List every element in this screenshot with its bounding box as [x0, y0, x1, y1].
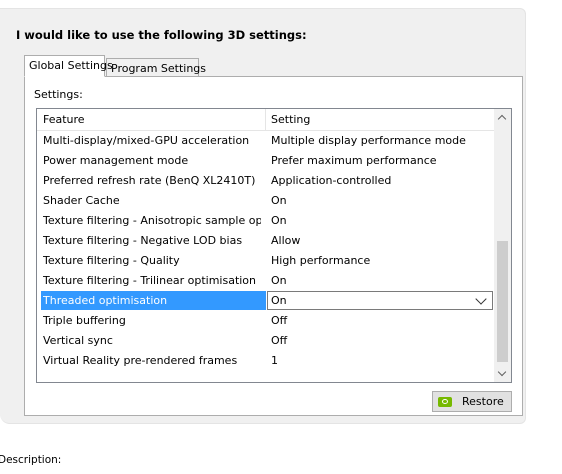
settings-list: Feature Setting Multi-display/mixed-GPU …	[36, 108, 512, 383]
setting-cell: 1	[271, 354, 278, 367]
table-row[interactable]: Texture filtering - Trilinear optimisati…	[37, 271, 495, 291]
feature-cell: Texture filtering - Quality	[43, 254, 180, 267]
table-row[interactable]: Multi-display/mixed-GPU acceleration Mult…	[37, 131, 495, 151]
feature-cell: Texture filtering - Negative LOD bias	[43, 234, 243, 247]
tab-global-settings[interactable]: Global Settings	[24, 55, 113, 77]
table-row[interactable]: Texture filtering - Anisotropic sample o…	[37, 211, 495, 231]
feature-cell: Virtual Reality pre-rendered frames	[43, 354, 238, 367]
setting-cell: Multiple display performance mode	[271, 134, 466, 147]
feature-cell: Texture filtering - Anisotropic sample o…	[43, 214, 261, 227]
table-row[interactable]: Power management mode Prefer maximum perf…	[37, 151, 495, 171]
feature-cell: Vertical sync	[43, 334, 113, 347]
feature-cell: Triple buffering	[43, 314, 126, 327]
table-row[interactable]: Shader Cache On	[37, 191, 495, 211]
setting-dropdown[interactable]: On	[267, 291, 493, 310]
feature-cell: Multi-display/mixed-GPU acceleration	[43, 134, 250, 147]
tab-program-settings[interactable]: Program Settings	[106, 58, 206, 77]
table-row[interactable]: Texture filtering - Quality High performa…	[37, 251, 495, 271]
vertical-scrollbar[interactable]	[494, 109, 511, 382]
feature-cell: Threaded optimisation	[43, 294, 168, 307]
feature-cell: Shader Cache	[43, 194, 120, 207]
table-row[interactable]: Triple buffering Off	[37, 311, 495, 331]
table-row[interactable]: Vertical sync Off	[37, 331, 495, 351]
setting-value: On	[271, 294, 287, 307]
list-header: Feature Setting	[37, 109, 495, 131]
scrollbar-thumb[interactable]	[497, 241, 508, 362]
feature-cell: Preferred refresh rate (BenQ XL2410T)	[43, 174, 256, 187]
setting-cell: On	[271, 214, 287, 227]
column-header-setting[interactable]: Setting	[271, 113, 310, 126]
tab-content: Settings: Feature Setting Multi-display/…	[24, 76, 523, 416]
setting-cell: High performance	[271, 254, 371, 267]
table-row[interactable]: Threaded optimisation On	[37, 291, 495, 311]
setting-cell: On	[271, 194, 287, 207]
feature-cell: Texture filtering - Trilinear optimisati…	[43, 274, 257, 287]
chevron-down-icon[interactable]	[475, 292, 490, 309]
column-divider[interactable]	[265, 109, 266, 130]
scroll-up-icon[interactable]	[494, 109, 511, 126]
nvidia-logo-icon	[438, 397, 452, 407]
settings-label: Settings:	[34, 88, 83, 101]
setting-cell: Prefer maximum performance	[271, 154, 437, 167]
table-row[interactable]: Preferred refresh rate (BenQ XL2410T) App…	[37, 171, 495, 191]
scroll-down-icon[interactable]	[494, 365, 511, 382]
setting-cell: On	[271, 274, 287, 287]
restore-label: Restore	[462, 395, 504, 408]
restore-button[interactable]: Restore	[432, 391, 512, 412]
setting-cell: Allow	[271, 234, 301, 247]
table-row[interactable]: Texture filtering - Negative LOD bias All…	[37, 231, 495, 251]
table-row[interactable]: Virtual Reality pre-rendered frames 1	[37, 351, 495, 371]
setting-cell: Application-controlled	[271, 174, 392, 187]
description-label: Description:	[0, 454, 62, 466]
page-heading: I would like to use the following 3D set…	[16, 28, 307, 42]
setting-cell: Off	[271, 334, 288, 347]
feature-cell: Power management mode	[43, 154, 189, 167]
setting-cell: Off	[271, 314, 288, 327]
column-header-feature[interactable]: Feature	[43, 113, 85, 126]
